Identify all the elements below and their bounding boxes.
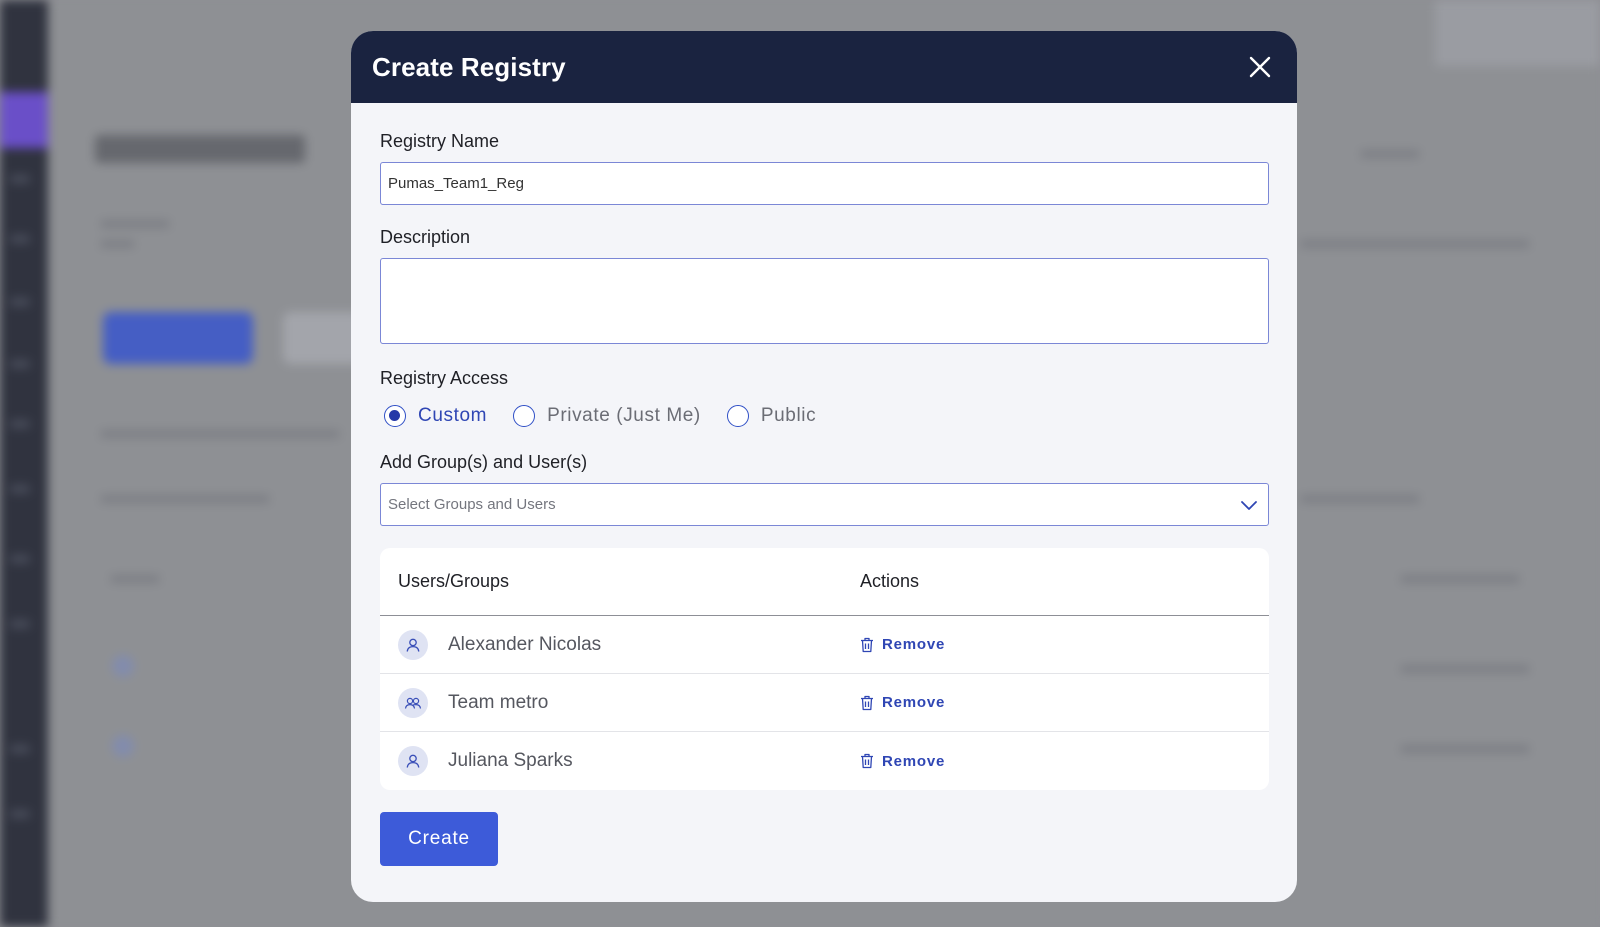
radio-public-label: Public <box>760 405 817 426</box>
chevron-down-icon <box>1241 500 1257 510</box>
table-row: Juliana Sparks Remove <box>380 732 1269 790</box>
user-icon <box>406 638 420 652</box>
close-button[interactable] <box>1245 52 1275 82</box>
table-row: Alexander Nicolas Remove <box>380 616 1269 674</box>
trash-icon <box>861 637 873 652</box>
remove-button[interactable]: Remove <box>860 753 945 770</box>
radio-private-label: Private (Just Me) <box>547 405 701 426</box>
avatar <box>398 687 428 718</box>
radio-option-private[interactable]: Private (Just Me) <box>509 405 701 427</box>
modal-title: Create Registry <box>372 51 566 82</box>
remove-label: Remove <box>882 694 946 711</box>
add-groups-users-label: Add Group(s) and User(s) <box>380 452 588 472</box>
background-sidebar <box>0 0 48 927</box>
modal-header: Create Registry <box>351 31 1297 103</box>
table-row: Team metro Remove <box>380 674 1269 732</box>
table-header: Users/Groups Actions <box>380 548 1269 616</box>
radio-option-public[interactable]: Public <box>723 405 816 427</box>
user-name: Juliana Sparks <box>448 750 573 771</box>
radio-private[interactable] <box>513 405 536 427</box>
avatar <box>398 629 428 660</box>
remove-label: Remove <box>882 636 946 653</box>
radio-option-custom[interactable]: Custom <box>380 405 487 427</box>
column-header-actions: Actions <box>860 571 920 591</box>
user-cell: Team metro <box>380 687 860 718</box>
avatar <box>398 746 428 776</box>
user-icon <box>406 754 420 768</box>
user-cell: Alexander Nicolas <box>380 629 860 660</box>
remove-label: Remove <box>882 752 946 770</box>
remove-button[interactable]: Remove <box>860 636 945 653</box>
select-placeholder: Select Groups and Users <box>388 496 556 513</box>
group-name: Team metro <box>448 691 549 713</box>
remove-button[interactable]: Remove <box>860 694 945 711</box>
user-cell: Juliana Sparks <box>380 746 860 776</box>
description-label: Description <box>380 227 471 247</box>
registry-name-label: Registry Name <box>380 131 500 151</box>
registry-name-input[interactable] <box>380 162 1269 205</box>
registry-access-label: Registry Access <box>380 368 509 388</box>
create-registry-modal: Create Registry Registry Name Descriptio… <box>351 31 1297 902</box>
radio-custom-label: Custom <box>418 405 488 426</box>
modal-body: Registry Name Description Registry Acces… <box>351 103 1297 866</box>
radio-custom[interactable] <box>384 405 406 427</box>
group-icon <box>404 697 422 709</box>
trash-icon <box>861 753 873 769</box>
create-button[interactable]: Create <box>380 812 498 866</box>
user-name: Alexander Nicolas <box>448 633 602 655</box>
users-groups-table: Users/Groups Actions Alexander Nicolas R… <box>380 548 1269 790</box>
column-header-users-groups: Users/Groups <box>398 571 510 591</box>
radio-public[interactable] <box>726 405 749 427</box>
groups-users-select[interactable]: Select Groups and Users <box>380 483 1269 526</box>
close-icon <box>1249 56 1271 78</box>
description-textarea[interactable] <box>380 258 1269 344</box>
trash-icon <box>861 695 873 710</box>
registry-access-radio-group: Custom Private (Just Me) Public <box>380 402 1268 430</box>
